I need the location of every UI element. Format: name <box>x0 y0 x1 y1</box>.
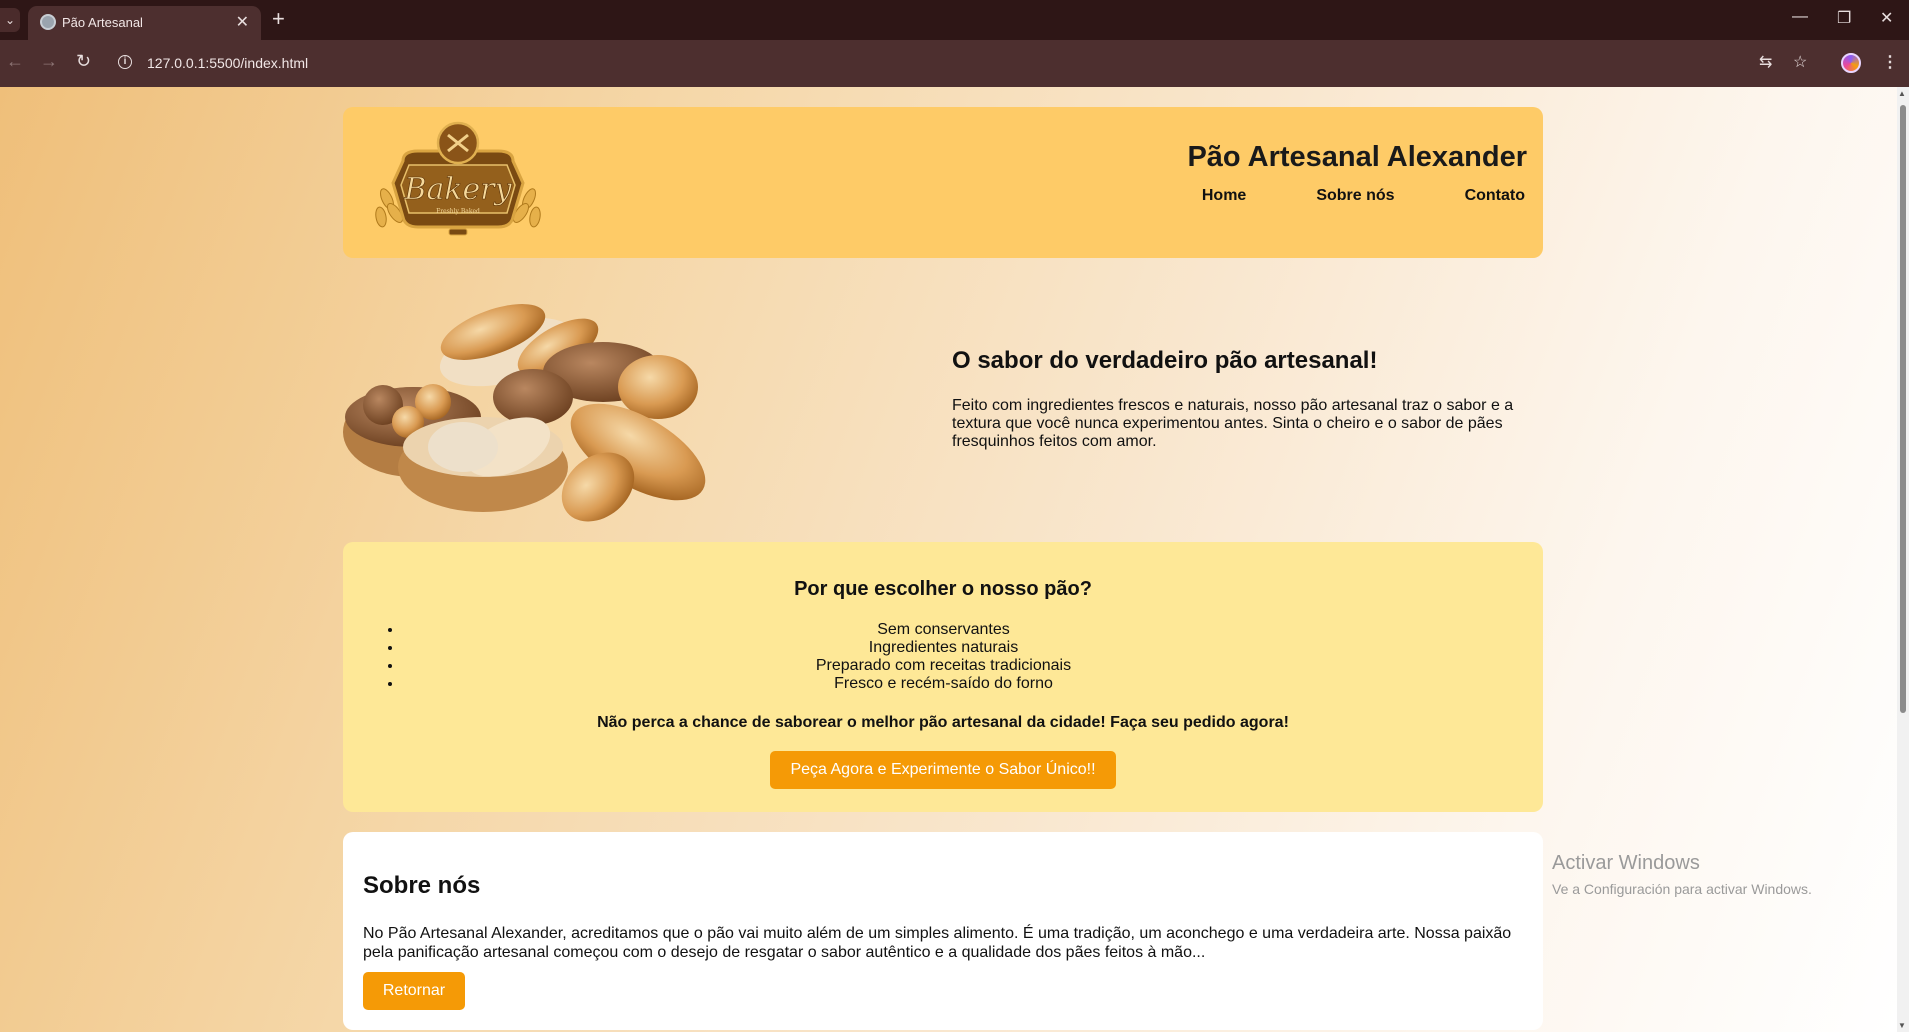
browser-tab[interactable]: Pão Artesanal ✕ <box>28 6 261 40</box>
nav-sobre-nos[interactable]: Sobre nós <box>1316 187 1394 205</box>
scrollbar-thumb[interactable] <box>1900 105 1906 713</box>
new-tab-icon[interactable]: + <box>272 6 285 32</box>
url-field[interactable]: i 127.0.0.1:5500/index.html <box>112 46 1757 81</box>
browser-tab-strip: ⌄ Pão Artesanal ✕ + — ❐ ✕ <box>0 0 1909 40</box>
watermark-line1: Activar Windows <box>1552 852 1700 874</box>
hero-text: Feito com ingredientes frescos e naturai… <box>952 397 1514 450</box>
windows-activation-watermark: Activar Windows Ve a Configuración para … <box>1552 852 1812 897</box>
why-heading: Por que escolher o nosso pão? <box>794 578 1092 600</box>
tab-search-dropdown-icon[interactable]: ⌄ <box>0 8 20 32</box>
hero-section: O sabor do verdadeiro pão artesanal! Fei… <box>952 347 1522 451</box>
restore-icon[interactable]: ❐ <box>1837 8 1851 28</box>
watermark-line2: Ve a Configuración para activar Windows. <box>1552 881 1812 897</box>
menu-dots-icon[interactable]: ⋮ <box>1882 52 1898 72</box>
site-info-icon[interactable]: i <box>118 55 132 69</box>
about-section: Sobre nós No Pão Artesanal Alexander, ac… <box>343 832 1543 1030</box>
scroll-down-icon[interactable]: ▼ <box>1898 1021 1906 1030</box>
scroll-up-icon[interactable]: ▲ <box>1898 89 1906 98</box>
back-icon[interactable]: ← <box>6 51 24 72</box>
order-now-button[interactable]: Peça Agora e Experimente o Sabor Único!! <box>770 751 1116 789</box>
return-button[interactable]: Retornar <box>363 972 465 1010</box>
site-title: Pão Artesanal Alexander <box>1187 141 1527 173</box>
about-heading: Sobre nós <box>363 872 481 899</box>
cta-text: Não perca a chance de saborear o melhor … <box>597 714 1289 731</box>
bakery-logo: Bakery Freshly Baked <box>375 121 541 236</box>
profile-avatar[interactable] <box>1841 53 1861 73</box>
tab-title: Pão Artesanal <box>62 15 143 30</box>
reload-icon[interactable]: ↻ <box>76 51 91 72</box>
globe-icon <box>40 14 56 30</box>
page-scrollbar[interactable]: ▲ ▼ <box>1897 87 1909 1032</box>
list-item: Ingredientes naturais <box>403 639 1484 657</box>
logo-subtext: Freshly Baked <box>436 208 480 215</box>
window-close-icon[interactable]: ✕ <box>1880 8 1893 28</box>
translate-icon[interactable]: ⇆ <box>1759 52 1772 72</box>
main-nav: Home Sobre nós Contato <box>1202 187 1525 205</box>
bookmark-star-icon[interactable]: ☆ <box>1793 52 1807 72</box>
bread-basket-image <box>343 304 706 522</box>
forward-icon[interactable]: → <box>40 51 58 72</box>
why-list: Sem conservantes Ingredientes naturais P… <box>403 621 1484 693</box>
list-item: Preparado com receitas tradicionais <box>403 657 1484 675</box>
list-item: Sem conservantes <box>403 621 1484 639</box>
why-section: Por que escolher o nosso pão? Sem conser… <box>343 542 1543 812</box>
tab-close-icon[interactable]: ✕ <box>236 12 249 32</box>
nav-contato[interactable]: Contato <box>1465 187 1525 205</box>
minimize-icon[interactable]: — <box>1792 8 1808 26</box>
hero-heading: O sabor do verdadeiro pão artesanal! <box>952 347 1378 374</box>
about-text: No Pão Artesanal Alexander, acreditamos … <box>363 925 1512 961</box>
address-bar: ← → ↻ i 127.0.0.1:5500/index.html ⇆ ☆ ⋮ <box>0 40 1909 87</box>
site-header: Bakery Freshly Baked Pão Artesanal Alexa… <box>343 107 1543 258</box>
url-text[interactable]: 127.0.0.1:5500/index.html <box>147 55 308 71</box>
list-item: Fresco e recém-saído do forno <box>403 675 1484 693</box>
logo-text: Bakery <box>403 172 512 207</box>
nav-home[interactable]: Home <box>1202 187 1246 205</box>
